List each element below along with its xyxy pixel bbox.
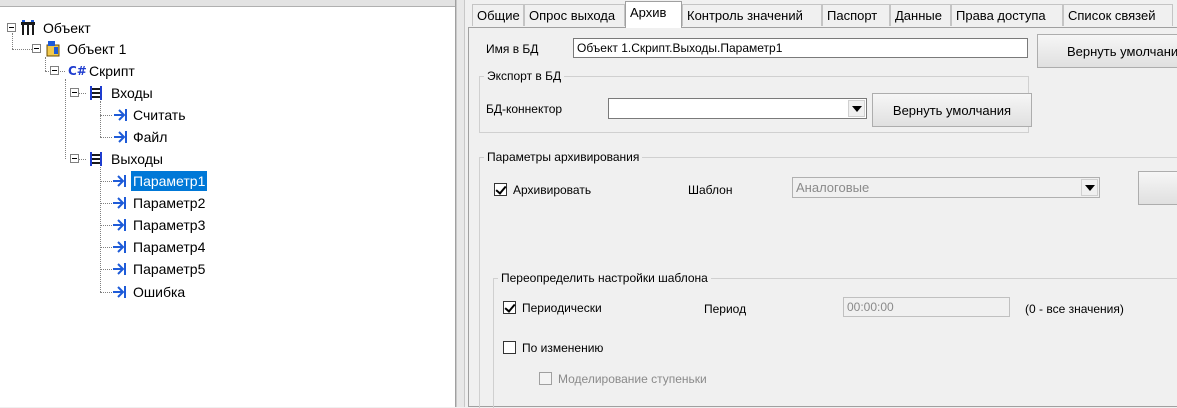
tree-item-label: Параметр5 <box>133 261 206 277</box>
tree-item-label: Параметр1 <box>131 171 208 191</box>
collapse-toggle-icon[interactable] <box>70 88 79 97</box>
export-group-title: Экспорт в БД <box>484 69 565 83</box>
reset-connector-defaults-button[interactable]: Вернуть умолчания <box>872 93 1032 127</box>
output-arrow-icon <box>112 195 128 211</box>
output-arrow-icon <box>112 217 128 233</box>
output-arrow-icon <box>112 284 128 300</box>
io-group-icon <box>88 85 104 101</box>
tree-item-label: Выходы <box>111 151 163 167</box>
tab-link-list[interactable]: Список связей <box>1063 4 1173 26</box>
template-select[interactable]: Аналоговые <box>792 177 1100 198</box>
tree-item-object1[interactable]: Объект 1 <box>0 39 200 59</box>
reset-defaults-button[interactable]: Вернуть умолчани <box>1037 34 1177 68</box>
tree-item-root[interactable]: Объект <box>0 18 200 38</box>
csharp-script-icon: C# <box>68 64 87 78</box>
tree-item-script[interactable]: C# Скрипт <box>0 61 200 81</box>
export-group-border <box>479 132 1029 133</box>
output-arrow-icon <box>112 261 128 277</box>
tree-item-inputs[interactable]: Входы <box>0 83 200 103</box>
tree-item-output-2[interactable]: Параметр2 <box>0 193 205 213</box>
object-tree-panel[interactable]: Объект Объект 1 C# Скрипт Входы Считать … <box>0 0 456 407</box>
params-group-title: Параметры архивирования <box>484 150 643 164</box>
tree-item-label: Файл <box>133 129 168 145</box>
archive-tab-content: Имя в БД Объект 1.Скрипт.Выходы.Параметр… <box>468 27 1177 408</box>
archive-checkbox-label: Архивировать <box>513 183 592 197</box>
object-root-icon <box>20 20 36 36</box>
tree-item-outputs[interactable]: Выходы <box>0 149 200 169</box>
tree-header-strip <box>0 0 455 7</box>
input-arrow-icon <box>112 107 128 123</box>
tab-access-rights[interactable]: Права доступа <box>951 4 1063 26</box>
collapse-toggle-icon[interactable] <box>70 154 79 163</box>
step-modeling-checkbox-label: Моделирование ступеньки <box>558 372 707 386</box>
template-edit-button[interactable] <box>1138 171 1177 205</box>
tree-item-label: Параметр4 <box>133 239 206 255</box>
tree-item-input-1[interactable]: Считать <box>0 105 200 125</box>
collapse-toggle-icon[interactable] <box>32 44 41 53</box>
tree-item-output-4[interactable]: Параметр4 <box>0 237 205 257</box>
tree-item-label: Объект 1 <box>67 41 127 57</box>
tree-item-label: Объект <box>43 20 91 36</box>
tree-item-output-error[interactable]: Ошибка <box>0 282 200 302</box>
tree-item-input-2[interactable]: Файл <box>0 127 200 147</box>
periodic-checkbox-label: Периодически <box>522 301 602 315</box>
object-icon <box>45 41 61 57</box>
chevron-down-icon[interactable] <box>848 100 865 117</box>
collapse-toggle-icon[interactable] <box>7 23 16 32</box>
tree-item-output-3[interactable]: Параметр3 <box>0 215 205 235</box>
export-group-border <box>479 76 480 132</box>
periodic-checkbox[interactable] <box>503 301 516 314</box>
override-group-border <box>493 278 494 408</box>
template-value: Аналоговые <box>796 180 870 195</box>
tab-passport[interactable]: Паспорт <box>822 4 890 26</box>
period-hint: (0 - все значения) <box>1025 302 1124 316</box>
input-arrow-icon <box>112 129 128 145</box>
period-field[interactable]: 00:00:00 <box>843 297 1010 317</box>
output-arrow-icon <box>112 173 128 189</box>
params-group-border <box>479 157 480 408</box>
collapse-toggle-icon[interactable] <box>50 66 59 75</box>
tab-archive[interactable]: Архив <box>625 1 682 28</box>
chevron-down-icon[interactable] <box>1081 179 1098 196</box>
io-group-icon <box>88 151 104 167</box>
tree-item-label: Считать <box>133 107 186 123</box>
on-change-checkbox-label: По изменению <box>522 341 604 355</box>
tree-item-label: Скрипт <box>89 63 135 79</box>
connector-select[interactable] <box>608 98 867 119</box>
tree-item-label: Ошибка <box>133 284 186 300</box>
template-label: Шаблон <box>688 183 733 197</box>
tab-value-control[interactable]: Контроль значений <box>682 4 822 26</box>
archive-checkbox[interactable] <box>494 183 507 196</box>
tab-data[interactable]: Данные <box>890 4 951 26</box>
tree-item-label: Параметр3 <box>133 217 206 233</box>
on-change-checkbox[interactable] <box>503 341 516 354</box>
db-name-label: Имя в БД <box>486 42 539 56</box>
panel-splitter[interactable] <box>456 0 465 407</box>
tree-item-output-5[interactable]: Параметр5 <box>0 259 205 279</box>
tree-item-label: Входы <box>111 85 153 101</box>
db-name-field[interactable]: Объект 1.Скрипт.Выходы.Параметр1 <box>573 38 1028 58</box>
tree-item-output-1[interactable]: Параметр1 <box>0 171 250 191</box>
tree-item-label: Параметр2 <box>133 195 206 211</box>
step-modeling-checkbox[interactable] <box>539 372 552 385</box>
override-group-title: Переопределить настройки шаблона <box>498 271 711 285</box>
tab-general[interactable]: Общие <box>472 4 524 26</box>
properties-panel: Общие Опрос выхода Архив Контроль значен… <box>466 0 1177 408</box>
period-label: Период <box>704 302 747 316</box>
tab-output-polling[interactable]: Опрос выхода <box>524 4 625 26</box>
output-arrow-icon <box>112 239 128 255</box>
connector-label: БД-коннектор <box>486 102 563 116</box>
